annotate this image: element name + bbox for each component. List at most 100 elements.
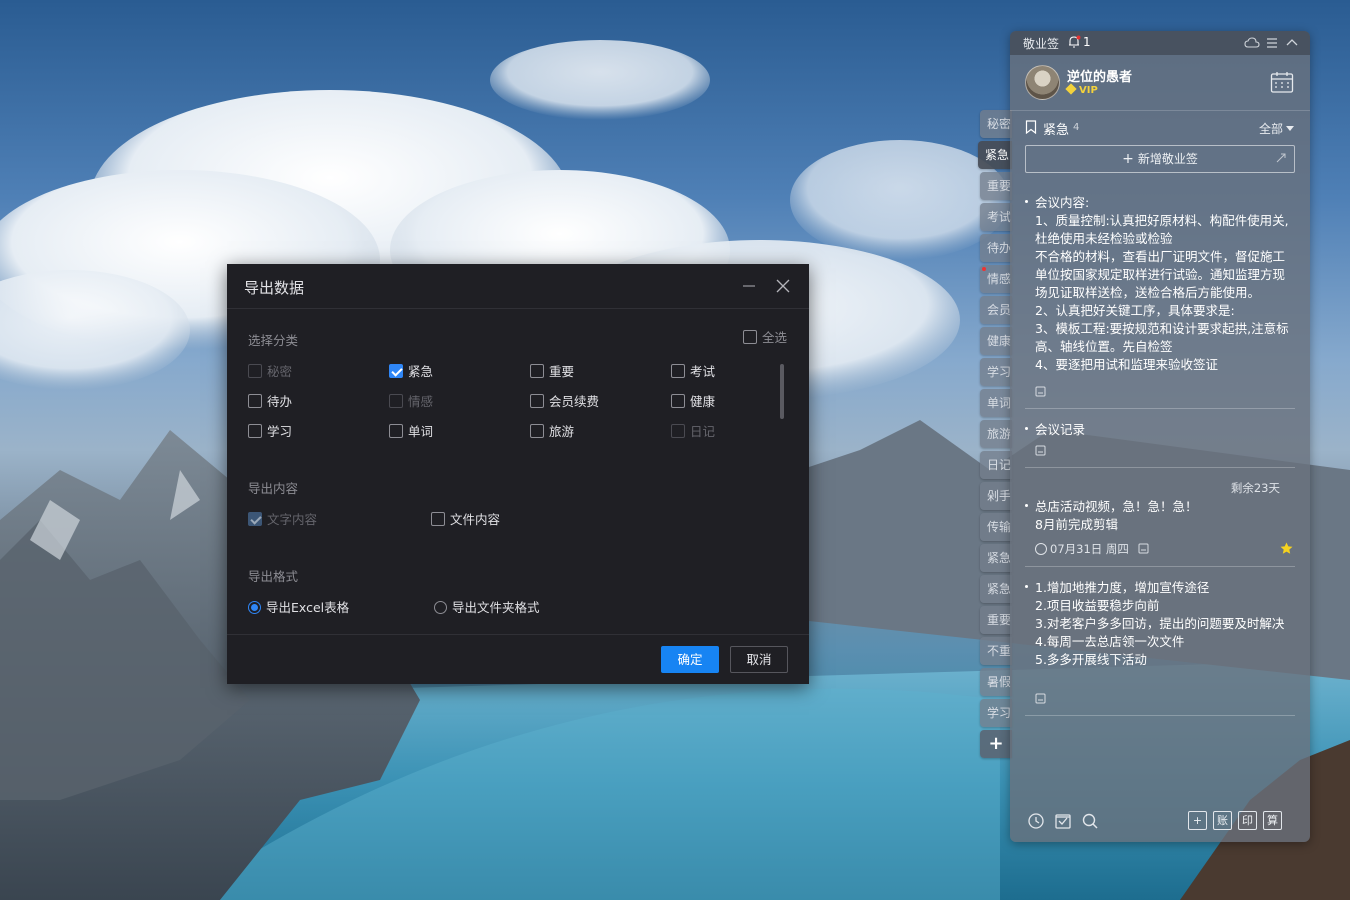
checkbox-box[interactable] bbox=[671, 364, 685, 378]
side-tab[interactable]: 日记 bbox=[980, 451, 1012, 479]
note-tag-icon[interactable] bbox=[1035, 693, 1046, 704]
radio-dot[interactable] bbox=[434, 601, 447, 614]
filter-dropdown[interactable]: 全部 bbox=[1259, 120, 1294, 137]
format-radio[interactable]: 导出Excel表格 bbox=[248, 600, 349, 618]
side-tab[interactable]: 情感 bbox=[980, 265, 1012, 293]
collapse-icon[interactable] bbox=[1284, 35, 1300, 51]
note-item[interactable]: 1.增加地推力度，增加宣传途径 2.项目收益要稳步向前 3.对老客户多多回访，提… bbox=[1025, 579, 1295, 717]
side-tab-label: 学习 bbox=[987, 706, 1012, 720]
note-bullet bbox=[1025, 200, 1028, 203]
note-line: 会议记录 bbox=[1035, 422, 1086, 437]
side-tab[interactable]: 会员 bbox=[980, 296, 1012, 324]
category-checkbox: 情感 bbox=[389, 394, 433, 412]
side-tab-label: 秘密 bbox=[987, 117, 1012, 131]
side-tab[interactable]: 重要 bbox=[980, 172, 1012, 200]
note-item[interactable]: 会议记录 bbox=[1025, 421, 1295, 469]
side-tab[interactable]: 考试 bbox=[980, 203, 1012, 231]
note-tag-icon[interactable] bbox=[1035, 386, 1046, 397]
content-checkbox[interactable]: 文件内容 bbox=[431, 512, 500, 530]
checkbox-box[interactable] bbox=[248, 424, 262, 438]
checkbox-box[interactable] bbox=[530, 424, 544, 438]
side-tab[interactable]: 学习 bbox=[980, 358, 1012, 386]
search-icon[interactable] bbox=[1081, 812, 1099, 830]
content-checkbox: 文字内容 bbox=[248, 512, 317, 530]
side-tab[interactable]: 暑假 bbox=[980, 668, 1012, 696]
note-item[interactable]: 剩余23天 总店活动视频，急！急！急！ 8月前完成剪辑 07月31日 周四 bbox=[1025, 480, 1295, 568]
format-radio[interactable]: 导出文件夹格式 bbox=[434, 600, 540, 618]
category-checkbox-label: 情感 bbox=[408, 394, 434, 409]
note-separator bbox=[1025, 715, 1295, 716]
checkbox-box[interactable] bbox=[671, 394, 685, 408]
side-tab[interactable]: 传输 bbox=[980, 513, 1012, 541]
side-tab-label: 紧急 bbox=[987, 582, 1012, 596]
side-tab[interactable]: 紧急 bbox=[978, 141, 1012, 169]
add-tab-button[interactable]: + bbox=[980, 730, 1012, 758]
note-tag-icon[interactable] bbox=[1138, 543, 1149, 554]
done-list-icon[interactable] bbox=[1054, 812, 1072, 830]
dialog-header: 导出数据 bbox=[227, 264, 809, 309]
side-tab-label: 单词 bbox=[987, 396, 1012, 410]
bell-icon[interactable] bbox=[1067, 35, 1081, 49]
ledger-tool-button[interactable]: 账 bbox=[1213, 811, 1232, 830]
side-tab[interactable]: 旅游 bbox=[980, 420, 1012, 448]
side-tab[interactable]: 待办 bbox=[980, 234, 1012, 262]
bookmark-icon bbox=[1025, 120, 1037, 134]
category-checkbox[interactable]: 紧急 bbox=[389, 364, 433, 382]
content-checkbox-label: 文字内容 bbox=[267, 512, 318, 527]
side-tab[interactable]: 秘密 bbox=[980, 110, 1012, 138]
note-tag-icon[interactable] bbox=[1035, 445, 1046, 456]
category-scrollbar[interactable] bbox=[780, 364, 784, 419]
close-icon[interactable] bbox=[775, 278, 791, 294]
vip-gem-icon bbox=[1065, 83, 1077, 95]
format-section-label: 导出格式 bbox=[248, 569, 299, 584]
side-tab[interactable]: 单词 bbox=[980, 389, 1012, 417]
checkbox-box[interactable] bbox=[530, 394, 544, 408]
category-checkbox[interactable]: 学习 bbox=[248, 424, 292, 442]
notification-count: 1 bbox=[1083, 35, 1091, 49]
new-note-button[interactable]: + 新增敬业签 bbox=[1025, 145, 1295, 173]
checkbox-box[interactable] bbox=[389, 424, 403, 438]
select-all-checkbox[interactable]: 全选 bbox=[742, 330, 787, 348]
export-dialog: 导出数据 选择分类 全选 导出内容 导出格式 确定 取消 秘密 紧急 重要 考试 待办 情… bbox=[227, 264, 809, 684]
category-checkbox[interactable]: 单词 bbox=[389, 424, 433, 442]
radio-dot[interactable] bbox=[248, 601, 261, 614]
note-separator bbox=[1025, 467, 1295, 468]
menu-icon[interactable] bbox=[1264, 35, 1280, 51]
note-line: 1、质量控制:认真把好原材料、构配件使用关,杜绝使用未经检验或检验 bbox=[1035, 213, 1289, 246]
side-tab[interactable]: 学习 bbox=[980, 699, 1012, 727]
category-checkbox[interactable]: 旅游 bbox=[530, 424, 574, 442]
category-checkbox[interactable]: 待办 bbox=[248, 394, 292, 412]
side-tab[interactable]: 不重 bbox=[980, 637, 1012, 665]
cancel-button[interactable]: 取消 bbox=[730, 646, 788, 673]
side-tab[interactable]: 紧急 bbox=[980, 575, 1012, 603]
minimize-icon[interactable] bbox=[741, 277, 757, 295]
cloud-sync-icon[interactable] bbox=[1244, 35, 1260, 51]
star-icon[interactable] bbox=[1280, 542, 1293, 555]
note-item[interactable]: 会议内容: 1、质量控制:认真把好原材料、构配件使用关,杜绝使用未经检验或检验 … bbox=[1025, 194, 1295, 409]
category-checkbox[interactable]: 健康 bbox=[671, 394, 715, 412]
calendar-icon[interactable] bbox=[1270, 71, 1294, 93]
side-tab[interactable]: 剁手 bbox=[980, 482, 1012, 510]
checkbox-box[interactable] bbox=[389, 364, 403, 378]
avatar[interactable] bbox=[1025, 65, 1060, 100]
select-all-label: 全选 bbox=[761, 330, 787, 345]
calculator-tool-button[interactable]: 算 bbox=[1263, 811, 1282, 830]
note-separator bbox=[1025, 408, 1295, 409]
confirm-button[interactable]: 确定 bbox=[661, 646, 719, 673]
category-checkbox[interactable]: 会员续费 bbox=[530, 394, 599, 412]
note-text: 会议记录 bbox=[1035, 421, 1297, 439]
note-bullet bbox=[1025, 504, 1028, 507]
checkbox-box[interactable] bbox=[248, 394, 262, 408]
category-checkbox[interactable]: 重要 bbox=[530, 364, 574, 382]
checkbox-box[interactable] bbox=[742, 330, 757, 344]
expand-icon[interactable] bbox=[1276, 153, 1286, 163]
side-tab[interactable]: 健康 bbox=[980, 327, 1012, 355]
print-tool-button[interactable]: 印 bbox=[1238, 811, 1257, 830]
side-tab[interactable]: 重要 bbox=[980, 606, 1012, 634]
history-icon[interactable] bbox=[1027, 812, 1045, 830]
category-checkbox[interactable]: 考试 bbox=[671, 364, 715, 382]
checkbox-box[interactable] bbox=[530, 364, 544, 378]
side-tab[interactable]: 紧急 bbox=[980, 544, 1012, 572]
checkbox-box[interactable] bbox=[431, 512, 445, 526]
add-tool-button[interactable]: + bbox=[1188, 811, 1207, 830]
